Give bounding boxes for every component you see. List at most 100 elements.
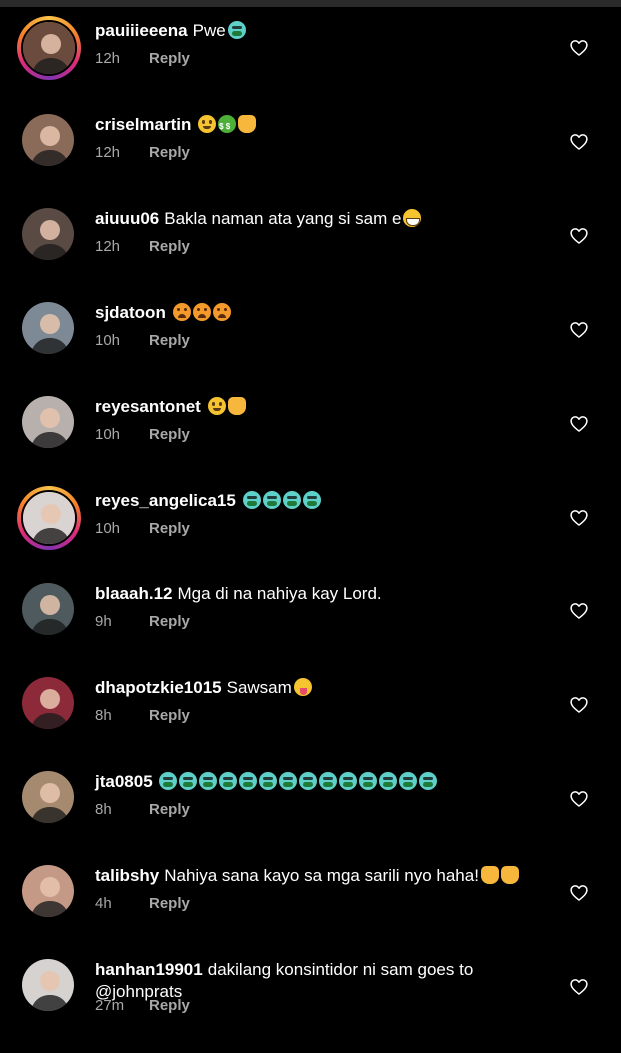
comment-username[interactable]: reyesantonet xyxy=(95,397,201,416)
hand-emoji-icon xyxy=(227,397,246,415)
sick-emoji-icon xyxy=(319,772,338,790)
comment-username[interactable]: blaaah.12 xyxy=(95,584,173,603)
reply-button[interactable]: Reply xyxy=(149,332,190,349)
reply-button[interactable]: Reply xyxy=(149,144,190,161)
like-heart-icon[interactable] xyxy=(569,414,589,434)
comment-username[interactable]: dhapotzkie1015 xyxy=(95,678,222,697)
comment-username[interactable]: hanhan19901 xyxy=(95,960,203,979)
comment-body: jta0805 xyxy=(95,771,551,793)
sick-emoji-icon xyxy=(282,491,301,509)
avatar-container[interactable] xyxy=(22,771,78,827)
reply-button[interactable]: Reply xyxy=(149,997,190,1014)
story-ring[interactable] xyxy=(17,486,81,550)
story-ring[interactable] xyxy=(17,16,81,80)
reply-button[interactable]: Reply xyxy=(149,895,190,912)
comment-row: reyesantonet 10h Reply xyxy=(0,396,621,490)
like-heart-icon[interactable] xyxy=(569,320,589,340)
comment-username[interactable]: pauiiieeena xyxy=(95,21,188,40)
comment-timestamp: 8h xyxy=(95,801,112,818)
reply-button[interactable]: Reply xyxy=(149,238,190,255)
comment-text: Pwe xyxy=(192,21,226,40)
reply-button[interactable]: Reply xyxy=(149,520,190,537)
comment-meta: 8h Reply xyxy=(95,707,190,724)
sick-emoji-icon xyxy=(239,772,258,790)
money-emoji-icon xyxy=(218,115,237,138)
avatar-container[interactable] xyxy=(22,959,78,1015)
avatar[interactable] xyxy=(22,208,74,260)
avatar[interactable] xyxy=(21,20,77,76)
avatar-container[interactable] xyxy=(22,114,78,170)
comment-text: Sawsam xyxy=(226,678,292,697)
comment-body: criselmartin xyxy=(95,114,551,138)
avatar-container[interactable] xyxy=(22,677,78,733)
comment-text: Bakla naman ata yang si sam e xyxy=(164,209,402,228)
like-heart-icon[interactable] xyxy=(569,132,589,152)
avatar[interactable] xyxy=(22,114,74,166)
orange-emoji-icon xyxy=(192,303,211,321)
avatar-container[interactable] xyxy=(22,208,78,264)
avatar[interactable] xyxy=(22,959,74,1011)
reply-button[interactable]: Reply xyxy=(149,801,190,818)
sick-emoji-icon xyxy=(227,21,246,39)
sick-emoji-icon xyxy=(262,491,281,509)
comment-row: dhapotzkie1015 Sawsam 8h Reply xyxy=(0,677,621,771)
comment-row: criselmartin 12h Reply xyxy=(0,114,621,208)
avatar[interactable] xyxy=(21,490,77,546)
comment-row: jta0805 8h Reply xyxy=(0,771,621,865)
avatar-container[interactable] xyxy=(22,396,78,452)
avatar[interactable] xyxy=(22,865,74,917)
comment-meta: 12h Reply xyxy=(95,50,190,67)
reply-button[interactable]: Reply xyxy=(149,707,190,724)
hand-emoji-icon xyxy=(500,866,519,884)
like-heart-icon[interactable] xyxy=(569,508,589,528)
sick-emoji-icon xyxy=(399,772,418,790)
comment-username[interactable]: reyes_angelica15 xyxy=(95,491,236,510)
sick-emoji-icon xyxy=(199,772,218,790)
comment-text: Mga di na nahiya kay Lord. xyxy=(177,584,382,603)
avatar[interactable] xyxy=(22,396,74,448)
comment-username[interactable]: aiuuu06 xyxy=(95,209,159,228)
sick-emoji-icon xyxy=(242,491,261,509)
yellow-emoji-icon xyxy=(198,115,217,133)
comment-row: pauiiieeena Pwe 12h Reply xyxy=(0,16,621,114)
sick-emoji-icon xyxy=(219,772,238,790)
comment-body: pauiiieeena Pwe xyxy=(95,20,551,42)
comment-username[interactable]: sjdatoon xyxy=(95,303,166,322)
like-heart-icon[interactable] xyxy=(569,695,589,715)
reply-button[interactable]: Reply xyxy=(149,50,190,67)
like-heart-icon[interactable] xyxy=(569,226,589,246)
sick-emoji-icon xyxy=(179,772,198,790)
avatar-container[interactable] xyxy=(22,302,78,358)
sick-emoji-icon xyxy=(279,772,298,790)
reply-button[interactable]: Reply xyxy=(149,426,190,443)
hand-emoji-icon xyxy=(238,115,257,133)
reply-button[interactable]: Reply xyxy=(149,613,190,630)
comment-meta: 10h Reply xyxy=(95,520,190,537)
comment-timestamp: 27m xyxy=(95,997,125,1014)
like-heart-icon[interactable] xyxy=(569,789,589,809)
avatar[interactable] xyxy=(22,771,74,823)
comment-body: blaaah.12 Mga di na nahiya kay Lord. xyxy=(95,583,551,605)
like-heart-icon[interactable] xyxy=(569,38,589,58)
comment-username[interactable]: jta0805 xyxy=(95,772,153,791)
comment-timestamp: 10h xyxy=(95,520,121,537)
like-heart-icon[interactable] xyxy=(569,601,589,621)
sick-emoji-icon xyxy=(419,772,438,790)
comment-username[interactable]: criselmartin xyxy=(95,115,191,134)
comment-timestamp: 10h xyxy=(95,332,121,349)
comment-body: aiuuu06 Bakla naman ata yang si sam e xyxy=(95,208,551,230)
avatar[interactable] xyxy=(22,583,74,635)
comment-body: sjdatoon xyxy=(95,302,551,324)
comment-text: Nahiya sana kayo sa mga sarili nyo haha! xyxy=(164,866,479,885)
sick-emoji-icon xyxy=(302,491,321,509)
avatar[interactable] xyxy=(22,302,74,354)
comment-username[interactable]: talibshy xyxy=(95,866,159,885)
hand-emoji-icon xyxy=(480,866,499,884)
avatar-container[interactable] xyxy=(22,865,78,921)
avatar-container[interactable] xyxy=(22,583,78,639)
sick-emoji-icon xyxy=(379,772,398,790)
like-heart-icon[interactable] xyxy=(569,977,589,997)
like-heart-icon[interactable] xyxy=(569,883,589,903)
comment-body: reyes_angelica15 xyxy=(95,490,551,512)
avatar[interactable] xyxy=(22,677,74,729)
